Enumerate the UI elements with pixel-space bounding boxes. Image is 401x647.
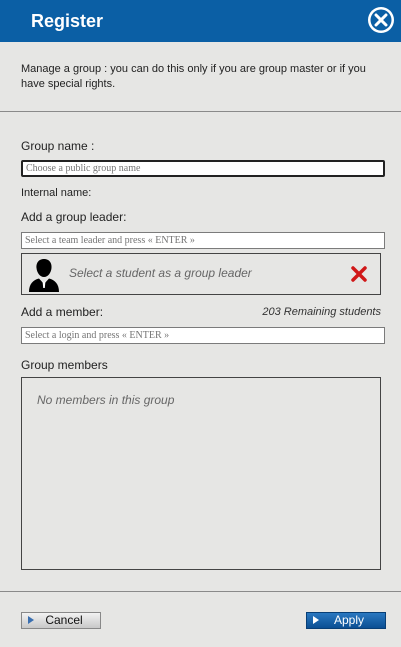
group-members-label: Group members xyxy=(21,358,108,372)
add-member-input[interactable] xyxy=(21,327,385,344)
remaining-students-count: 203 Remaining students xyxy=(262,306,381,318)
red-x-icon xyxy=(351,266,367,282)
dialog-title: Register xyxy=(31,11,104,31)
group-name-label: Group name : xyxy=(21,139,95,153)
internal-name-label: Internal name: xyxy=(21,187,92,199)
apply-button[interactable]: Apply xyxy=(306,612,386,629)
user-silhouette-icon xyxy=(29,259,59,292)
members-empty-text: No members in this group xyxy=(37,393,175,407)
cancel-button[interactable]: Cancel xyxy=(21,612,101,629)
group-members-list: No members in this group xyxy=(21,377,381,570)
divider xyxy=(0,111,401,112)
apply-button-label: Apply xyxy=(333,613,365,627)
divider xyxy=(0,591,401,592)
close-icon xyxy=(368,7,394,33)
remove-leader-button[interactable] xyxy=(351,266,367,282)
group-leader-placeholder: Select a student as a group leader xyxy=(69,266,252,280)
add-member-label: Add a member: xyxy=(21,305,104,319)
close-button[interactable] xyxy=(367,6,395,34)
cancel-button-label: Cancel xyxy=(45,613,83,627)
intro-text: Manage a group : you can do this only if… xyxy=(21,63,366,90)
group-name-input[interactable] xyxy=(21,160,385,177)
register-dialog: Register Manage a group : you can do thi… xyxy=(0,0,401,647)
group-leader-slot: Select a student as a group leader xyxy=(21,253,381,295)
title-bar: Register xyxy=(0,0,401,42)
group-leader-label: Add a group leader: xyxy=(21,210,127,224)
group-leader-input[interactable] xyxy=(21,232,385,249)
